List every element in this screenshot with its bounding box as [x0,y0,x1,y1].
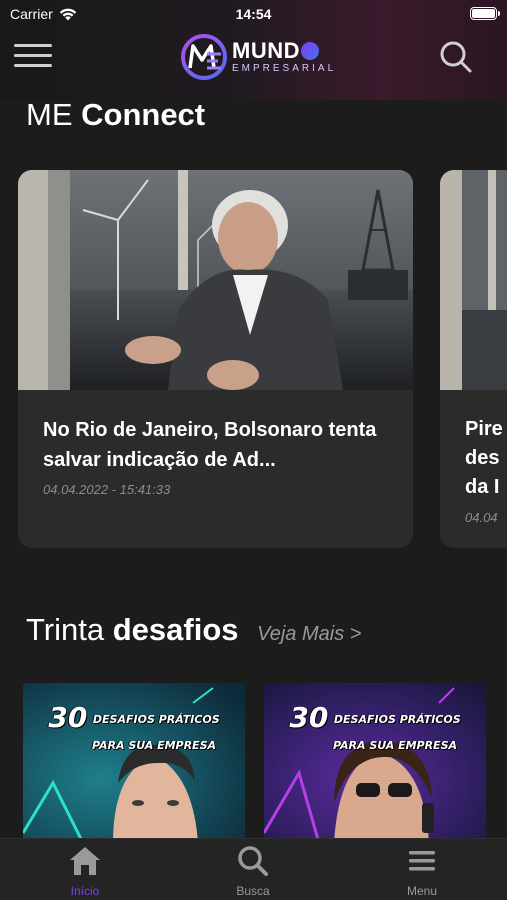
logo-o-play-icon [301,42,319,60]
tab-label: Busca [236,884,270,898]
logo-title: MUND [232,40,336,62]
article-title-line: Pire [465,418,503,440]
article-title-line: des [465,447,500,469]
article-title[interactable]: Pire des da I [465,415,507,502]
challenge-line1: DESAFIOS PRÁTICOS [333,713,461,726]
battery-icon [470,7,500,20]
tab-label: Menu [406,884,438,898]
home-icon [70,847,100,875]
article-card[interactable]: Pire des da I 04.04 [440,170,507,548]
section-title-connect: ME Connect [26,97,205,133]
challenge-number: 30 [289,701,329,734]
logo-text: MUND EMPRESARIAL [232,40,336,74]
battery-fill [472,9,495,18]
menu-icon [409,851,435,871]
hamburger-line [14,44,52,47]
article-date: 04.04 [465,510,498,525]
challenge-line1: DESAFIOS PRÁTICOS [92,713,220,726]
section-title-bold: desafios [112,612,239,647]
bottom-tab-bar: Início Busca Menu [0,838,507,900]
search-button[interactable] [439,40,473,74]
challenge-title: 30 DESAFIOS PRÁTICOS PARA SUA EMPRESA [23,701,245,753]
section-title-challenges: Trinta desafios Veja Mais > [26,612,361,648]
app-header: MUND EMPRESARIAL [0,28,507,90]
section-title-light: Trinta [26,612,105,647]
logo-subtitle: EMPRESARIAL [232,63,337,74]
challenge-card[interactable]: 30 DESAFIOS PRÁTICOS PARA SUA EMPRESA [23,683,245,843]
hamburger-menu-button[interactable] [14,44,52,70]
article-title-line: da I [465,476,500,498]
article-image [18,170,413,390]
tab-menu[interactable]: Menu [377,845,467,898]
logo-title-text: MUND [232,38,300,63]
see-more-link[interactable]: Veja Mais > [257,623,361,645]
challenge-number: 30 [48,701,88,734]
tab-label: Início [70,884,100,898]
status-time: 14:54 [235,6,272,22]
search-icon [238,846,268,876]
article-title[interactable]: No Rio de Janeiro, Bolsonaro tenta salva… [43,415,393,475]
challenge-title: 30 DESAFIOS PRÁTICOS PARA SUA EMPRESA [264,701,486,753]
tab-inicio[interactable]: Início [40,845,130,898]
article-date: 04.04.2022 - 15:41:33 [43,482,171,497]
status-bar: Carrier 14:54 [0,0,507,28]
hamburger-line [14,54,52,57]
challenge-card[interactable]: 30 DESAFIOS PRÁTICOS PARA SUA EMPRESA [264,683,486,843]
tab-busca[interactable]: Busca [208,845,298,898]
article-image [440,170,507,390]
section-title-light: ME [26,97,73,132]
section-title-bold: Connect [81,97,206,132]
article-card[interactable]: No Rio de Janeiro, Bolsonaro tenta salva… [18,170,413,548]
logo-mark-icon [181,34,227,80]
challenge-line2: PARA SUA EMPRESA [332,739,458,752]
challenge-line2: PARA SUA EMPRESA [91,739,217,752]
hamburger-line [14,64,52,67]
app-logo[interactable]: MUND EMPRESARIAL [178,32,336,82]
